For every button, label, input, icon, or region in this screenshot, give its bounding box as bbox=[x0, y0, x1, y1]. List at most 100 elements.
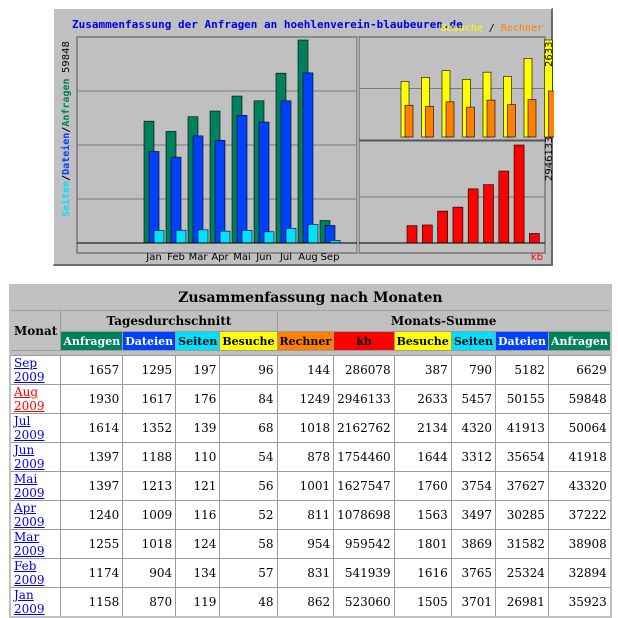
monthly-summary-chart: Zusammenfassung der Anfragen an hoehlenv… bbox=[53, 8, 554, 266]
value-cell: 1249 bbox=[276, 384, 335, 414]
value-cell: 1657 bbox=[60, 355, 124, 385]
value-cell: 1174 bbox=[60, 558, 124, 588]
value-cell: 41913 bbox=[495, 413, 549, 443]
value-cell: 25324 bbox=[495, 558, 549, 588]
x-tick-label: Aug bbox=[298, 252, 318, 263]
visits-max-label: 2633 bbox=[544, 42, 554, 67]
monthly-summary-table: Zusammenfassung nach Monaten Monat Tagesdu… bbox=[9, 284, 612, 618]
value-cell: 1617 bbox=[122, 384, 177, 414]
column-header-anfragen: Anfragen bbox=[547, 331, 612, 351]
month-cell: Mar 2009 bbox=[9, 529, 62, 559]
bar-rechner bbox=[527, 99, 537, 138]
month-link[interactable]: Jul 2009 bbox=[14, 414, 45, 442]
x-tick-label: Jan bbox=[145, 252, 161, 263]
value-cell: 119 bbox=[175, 587, 221, 618]
x-tick-label: Feb bbox=[167, 252, 185, 263]
value-cell: 3312 bbox=[450, 442, 497, 472]
table-row: Jan 2009 1158 870 119 48 862 523060 1505 3701 269… bbox=[9, 587, 612, 618]
value-cell: 1760 bbox=[393, 471, 452, 501]
kb-unit-label: kb bbox=[531, 252, 543, 263]
month-link[interactable]: Aug 2009 bbox=[14, 385, 45, 413]
value-cell: 3765 bbox=[450, 558, 497, 588]
value-cell: 48 bbox=[219, 587, 278, 618]
month-cell: Jun 2009 bbox=[9, 442, 62, 472]
value-cell: 5182 bbox=[495, 355, 549, 385]
value-cell: 50064 bbox=[547, 413, 612, 443]
x-tick-label: Sep bbox=[321, 252, 340, 263]
value-cell: 1397 bbox=[60, 442, 124, 472]
bar-seiten bbox=[241, 229, 253, 244]
bar-seiten bbox=[197, 229, 209, 244]
table-row: Feb 2009 1174 904 134 57 831 541939 1616 3765 253… bbox=[9, 558, 612, 588]
month-cell: Sep 2009 bbox=[9, 355, 62, 385]
value-cell: 116 bbox=[175, 500, 221, 530]
value-cell: 176 bbox=[175, 384, 221, 414]
table-row: Mar 2009 1255 1018 124 58 954 959542 1801 3869 31… bbox=[9, 529, 612, 559]
bar-dateien bbox=[280, 100, 292, 244]
table-row: Mai 2009 1397 1213 121 56 1001 1627547 1760 3754… bbox=[9, 471, 612, 501]
value-cell: 197 bbox=[175, 355, 221, 385]
value-cell: 3869 bbox=[450, 529, 497, 559]
value-cell: 54 bbox=[219, 442, 278, 472]
value-cell: 1295 bbox=[122, 355, 177, 385]
month-cell: Feb 2009 bbox=[9, 558, 62, 588]
value-cell: 1754460 bbox=[333, 442, 395, 472]
bar-seiten bbox=[153, 230, 165, 244]
value-cell: 1018 bbox=[276, 413, 335, 443]
table-row: Apr 2009 1240 1009 116 52 811 1078698 1563 3497 3… bbox=[9, 500, 612, 530]
value-cell: 50155 bbox=[495, 384, 549, 414]
column-header-anfragen: Anfragen bbox=[60, 331, 124, 351]
bar-kb bbox=[452, 206, 464, 244]
bar-kb bbox=[421, 224, 433, 244]
value-cell: 523060 bbox=[333, 587, 395, 618]
value-cell: 1018 bbox=[122, 529, 177, 559]
monat-header: Monat bbox=[9, 310, 62, 351]
value-cell: 1001 bbox=[276, 471, 335, 501]
column-header-besuche: Besuche bbox=[219, 331, 278, 351]
month-link[interactable]: Sep 2009 bbox=[14, 356, 45, 384]
value-cell: 1009 bbox=[122, 500, 177, 530]
value-cell: 6629 bbox=[547, 355, 612, 385]
value-cell: 2633 bbox=[393, 384, 452, 414]
month-link[interactable]: Apr 2009 bbox=[14, 501, 45, 529]
column-header-besuche: Besuche bbox=[393, 331, 452, 351]
month-link[interactable]: Jan 2009 bbox=[14, 588, 45, 616]
bar-dateien bbox=[236, 115, 248, 244]
bar-dateien bbox=[214, 139, 226, 244]
month-link[interactable]: Feb 2009 bbox=[14, 559, 45, 587]
x-tick-label: Jun bbox=[255, 252, 272, 263]
value-cell: 38908 bbox=[547, 529, 612, 559]
bar-rechner bbox=[445, 101, 455, 138]
visits-legend-part: Besuche bbox=[441, 23, 483, 34]
column-header-dateien: Dateien bbox=[495, 331, 549, 351]
y-axis-label-part: Dateien bbox=[60, 133, 72, 175]
column-header-seiten: Seiten bbox=[175, 331, 221, 351]
month-link[interactable]: Mai 2009 bbox=[14, 472, 45, 500]
value-cell: 1078698 bbox=[333, 500, 395, 530]
value-cell: 1614 bbox=[60, 413, 124, 443]
value-cell: 1255 bbox=[60, 529, 124, 559]
value-cell: 387 bbox=[393, 355, 452, 385]
value-cell: 2134 bbox=[393, 413, 452, 443]
value-cell: 1505 bbox=[393, 587, 452, 618]
bar-kb bbox=[437, 210, 448, 244]
value-cell: 1563 bbox=[393, 500, 452, 530]
visits-legend: Besuche / Rechner bbox=[441, 23, 543, 34]
value-cell: 68 bbox=[219, 413, 278, 443]
bar-rechner bbox=[425, 106, 434, 138]
month-cell: Mai 2009 bbox=[9, 471, 62, 501]
month-link[interactable]: Jun 2009 bbox=[14, 443, 45, 471]
value-cell: 2946133 bbox=[333, 384, 395, 414]
value-cell: 5457 bbox=[450, 384, 497, 414]
value-cell: 84 bbox=[219, 384, 278, 414]
value-cell: 862 bbox=[276, 587, 335, 618]
value-cell: 954 bbox=[276, 529, 335, 559]
month-link[interactable]: Mar 2009 bbox=[14, 530, 45, 558]
value-cell: 870 bbox=[122, 587, 177, 618]
month-cell: Jul 2009 bbox=[9, 413, 62, 443]
value-cell: 1644 bbox=[393, 442, 452, 472]
value-cell: 31582 bbox=[495, 529, 549, 559]
bar-seiten bbox=[175, 229, 187, 244]
value-cell: 52 bbox=[219, 500, 278, 530]
bar-kb bbox=[483, 184, 494, 244]
